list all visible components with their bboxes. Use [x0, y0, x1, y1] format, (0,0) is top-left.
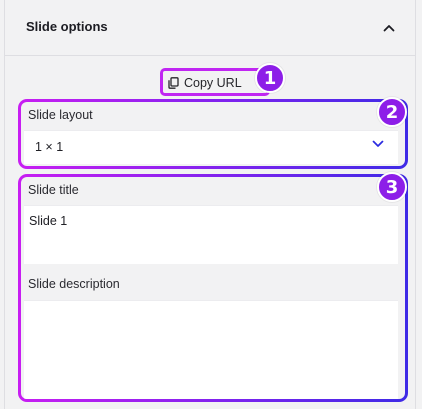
slide-layout-label: Slide layout: [28, 108, 93, 122]
slide-layout-select[interactable]: 1 × 1: [24, 130, 398, 164]
slide-description-label: Slide description: [28, 277, 120, 291]
slide-options-panel: Slide options Copy URL 1 Slide layout 1 …: [4, 0, 416, 409]
slide-text-highlight: Slide title Slide 1 Slide description: [18, 174, 408, 402]
chevron-down-icon: [372, 140, 384, 147]
copy-url-label: Copy URL: [184, 76, 242, 90]
slide-layout-value: 1 × 1: [35, 140, 64, 154]
callout-badge-1: 1: [255, 63, 285, 93]
copy-icon: [168, 77, 179, 89]
chevron-up-icon: [383, 25, 395, 32]
callout-badge-3: 3: [377, 172, 407, 202]
slide-description-textarea[interactable]: [24, 300, 398, 399]
slide-layout-highlight: Slide layout 1 × 1: [18, 99, 408, 169]
copy-url-button[interactable]: Copy URL: [168, 75, 242, 91]
collapse-button[interactable]: [379, 18, 399, 38]
slide-text-group: Slide title Slide 1 Slide description: [21, 177, 405, 399]
slide-title-value: Slide 1: [29, 214, 68, 228]
slide-title-label: Slide title: [28, 183, 79, 197]
callout-badge-2: 2: [377, 97, 407, 127]
copy-url-highlight: Copy URL: [160, 68, 270, 96]
slide-title-input[interactable]: Slide 1: [24, 205, 398, 264]
panel-title: Slide options: [26, 19, 108, 34]
panel-header[interactable]: Slide options: [5, 0, 415, 56]
slide-layout-group: Slide layout 1 × 1: [21, 102, 405, 166]
